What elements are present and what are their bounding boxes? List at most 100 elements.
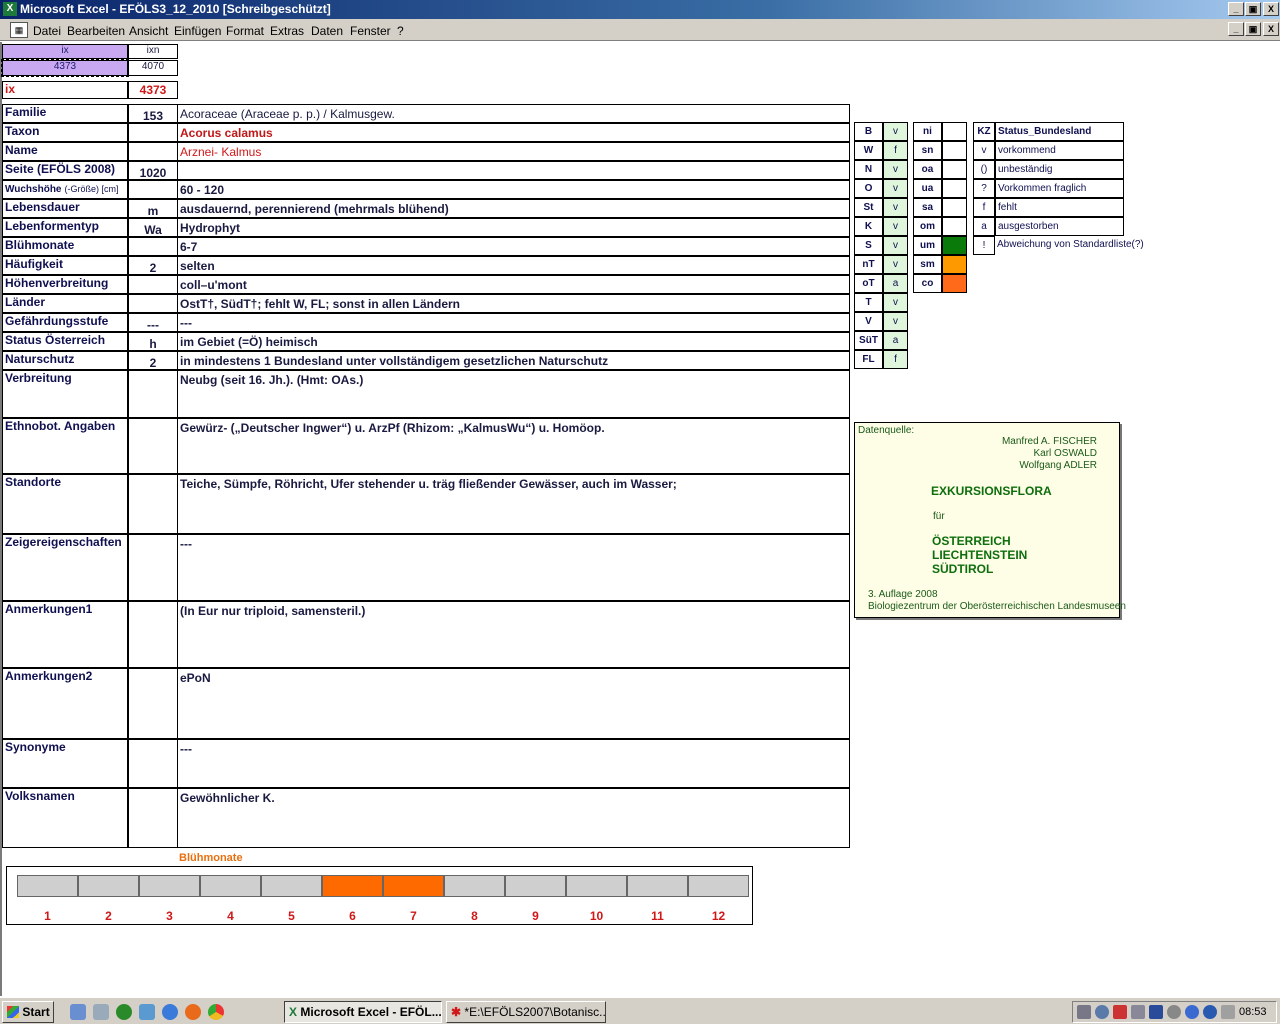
row-value-familie[interactable]: Acoraceae (Araceae p. p.) / Kalmusgew. [177,104,850,123]
zone-color-cell[interactable] [942,160,967,179]
doc-minimize-button[interactable]: _ [1228,22,1244,36]
menu-datei[interactable]: Datei [33,24,61,38]
legend-text[interactable]: vorkommend [995,141,1124,160]
ix-header[interactable]: ix [2,44,128,59]
doc-restore-button[interactable]: ▣ [1245,22,1261,36]
row-label-wuchsh-he[interactable]: Wuchshöhe (-Größe) [cm] [2,180,128,199]
row-value-h-henverbreitung[interactable]: coll–u'mont [177,275,850,294]
row-label-h-ufigkeit[interactable]: Häufigkeit [2,256,128,275]
row-label-l-nder[interactable]: Länder [2,294,128,313]
tray-usb-icon[interactable] [1131,1005,1145,1019]
zone-code[interactable]: co [913,274,942,293]
row-code-h-ufigkeit[interactable]: 2 [128,256,178,275]
row-value-anmerkungen2[interactable]: ePoN [177,668,850,739]
row-code-standorte[interactable] [128,474,178,534]
row-code-lebenformentyp[interactable]: Wa [128,218,178,237]
row-label-anmerkungen2[interactable]: Anmerkungen2 [2,668,128,739]
state-status[interactable]: a [883,274,908,293]
zone-color-cell[interactable] [942,274,967,293]
row-label-ethnobot-angaben[interactable]: Ethnobot. Angaben [2,418,128,474]
row-label-synonyme[interactable]: Synonyme [2,739,128,788]
zone-color-cell[interactable] [942,198,967,217]
row-value-taxon[interactable]: Acorus calamus [177,123,850,142]
state-code[interactable]: oT [854,274,883,293]
state-status[interactable]: v [883,160,908,179]
row-code-wuchsh-he[interactable] [128,180,178,199]
menu-extras[interactable]: Extras [270,24,304,38]
state-code[interactable]: nT [854,255,883,274]
row-value-synonyme[interactable]: --- [177,739,850,788]
desktop-icon[interactable] [70,1004,86,1020]
tray-search-icon[interactable] [1095,1005,1109,1019]
row-value-status-sterreich[interactable]: im Gebiet (=Ö) heimisch [177,332,850,351]
row-label-volksnamen[interactable]: Volksnamen [2,788,128,848]
zone-code[interactable]: sa [913,198,942,217]
row-value-h-ufigkeit[interactable]: selten [177,256,850,275]
state-code[interactable]: FL [854,350,883,369]
ixn-value-cell[interactable]: 4070 [128,60,178,76]
zone-color-cell[interactable] [942,236,967,255]
close-button[interactable]: X [1263,2,1279,16]
state-status[interactable]: f [883,141,908,160]
row-code-taxon[interactable] [128,123,178,142]
state-status[interactable]: v [883,312,908,331]
state-code[interactable]: SüT [854,331,883,350]
ix-value-cell[interactable]: 4373 [1,59,129,77]
row-code-volksnamen[interactable] [128,788,178,848]
ix-label[interactable]: ix [2,81,128,99]
row-label-standorte[interactable]: Standorte [2,474,128,534]
row-label-bl-hmonate[interactable]: Blühmonate [2,237,128,256]
legend-kz-header[interactable]: KZ [973,122,995,141]
state-code[interactable]: N [854,160,883,179]
legend-text[interactable]: fehlt [995,198,1124,217]
row-code-familie[interactable]: 153 [128,104,178,123]
row-label-anmerkungen1[interactable]: Anmerkungen1 [2,601,128,668]
row-label-zeigereigenschaften[interactable]: Zeigereigenschaften [2,534,128,601]
ix-big-value[interactable]: 4373 [128,81,178,99]
clock[interactable]: 08:53 [1239,1006,1267,1018]
row-code-synonyme[interactable] [128,739,178,788]
row-label-name[interactable]: Name [2,142,128,161]
row-label-lebenformentyp[interactable]: Lebenformentyp [2,218,128,237]
zone-code[interactable]: oa [913,160,942,179]
menu-format[interactable]: Format [226,24,264,38]
legend-text[interactable]: unbeständig [995,160,1124,179]
legend-key[interactable]: f [973,198,995,217]
row-label-gef-hrdungsstufe[interactable]: Gefährdungsstufe [2,313,128,332]
zone-color-cell[interactable] [942,179,967,198]
tray-settings-icon[interactable] [1167,1005,1181,1019]
state-status[interactable]: v [883,293,908,312]
legend-key[interactable]: v [973,141,995,160]
state-code[interactable]: T [854,293,883,312]
worksheet[interactable]: ix ixn 4373 4070 ix 4373 Familie 153 Acora… [0,42,1280,996]
row-value-volksnamen[interactable]: Gewöhnlicher K. [177,788,850,848]
zone-code[interactable]: sn [913,141,942,160]
state-status[interactable]: v [883,122,908,141]
network-icon[interactable] [139,1004,155,1020]
legend-key[interactable]: () [973,160,995,179]
state-code[interactable]: B [854,122,883,141]
document-icon[interactable]: ▦ [10,22,28,38]
row-value-lebenformentyp[interactable]: Hydrophyt [177,218,850,237]
row-value-name[interactable]: Arznei- Kalmus [177,142,850,161]
zone-code[interactable]: ni [913,122,942,141]
row-code-name[interactable] [128,142,178,161]
state-status[interactable]: v [883,179,908,198]
firefox-icon[interactable] [185,1004,201,1020]
zone-color-cell[interactable] [942,217,967,236]
tray-network-icon[interactable] [1113,1005,1127,1019]
menu-einfuegen[interactable]: Einfügen [174,24,221,38]
maximize-button[interactable]: ▣ [1245,2,1261,16]
legend-header[interactable]: Status_Bundesland [995,122,1124,141]
row-code-l-nder[interactable] [128,294,178,313]
start-button[interactable]: Start [2,1001,54,1023]
row-value-standorte[interactable]: Teiche, Sümpfe, Röhricht, Ufer stehender… [177,474,850,534]
tray-update-icon[interactable] [1203,1005,1217,1019]
row-value-naturschutz[interactable]: in mindestens 1 Bundesland unter vollstä… [177,351,850,370]
zone-code[interactable]: ua [913,179,942,198]
zone-code[interactable]: um [913,236,942,255]
minimize-button[interactable]: _ [1228,2,1244,16]
state-status[interactable]: f [883,350,908,369]
row-value-anmerkungen1[interactable]: (In Eur nur triploid, samensteril.) [177,601,850,668]
row-value-wuchsh-he[interactable]: 60 - 120 [177,180,850,199]
